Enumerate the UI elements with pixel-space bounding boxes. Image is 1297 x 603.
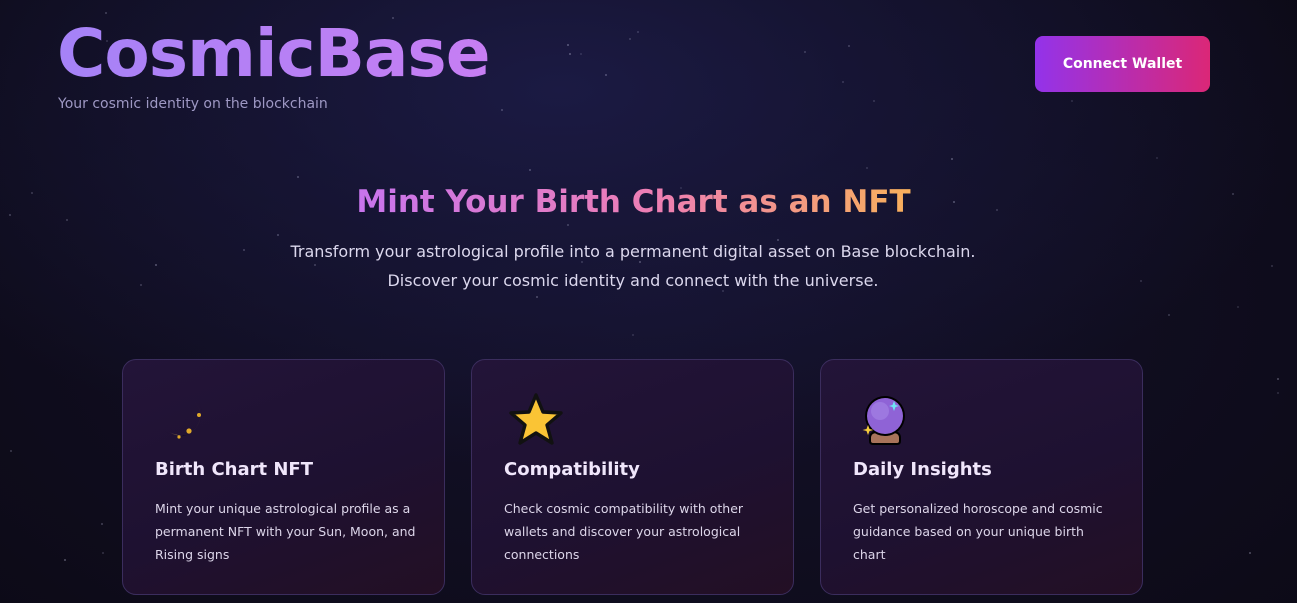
star-dot: [1277, 392, 1279, 394]
star-dot: [1249, 552, 1251, 554]
logo: CosmicBase: [57, 15, 490, 92]
tagline: Your cosmic identity on the blockchain: [58, 96, 328, 112]
star-dot: [951, 158, 953, 160]
star-dot: [873, 100, 875, 102]
crystal-ball-icon: [862, 396, 905, 445]
star-dot: [140, 284, 142, 286]
star-dot: [102, 552, 104, 554]
hero-subtitle: Transform your astrological profile into…: [290, 242, 976, 290]
star-dot: [629, 38, 631, 40]
star-dot: [1140, 280, 1142, 282]
star-dot: [501, 109, 503, 111]
feature-description: Mint your unique astrological profile as…: [155, 501, 416, 562]
star-dot: [580, 53, 582, 55]
star-dot: [529, 169, 531, 171]
star-dot: [1168, 314, 1170, 316]
star-dot: [848, 45, 850, 47]
star-dot: [637, 31, 639, 33]
star-dot: [536, 296, 538, 298]
crescent-moon-icon: [164, 398, 202, 439]
star-dot: [155, 264, 157, 266]
star-icon: [509, 393, 563, 445]
star-dot: [101, 523, 103, 525]
connect-wallet-button[interactable]: Connect Wallet: [1035, 36, 1210, 92]
feature-title: Daily Insights: [853, 459, 992, 480]
hero-title-text: Mint Your Birth Chart as an NFT: [356, 184, 911, 220]
feature-title: Birth Chart NFT: [155, 459, 314, 480]
hero-title: Mint Your Birth Chart as an NFT: [0, 180, 1267, 224]
star-dot: [804, 51, 806, 53]
star-dot: [632, 334, 634, 336]
star-dot: [277, 234, 279, 236]
star-dot: [243, 249, 245, 251]
star-dot: [866, 167, 868, 169]
feature-description: Get personalized horoscope and cosmic gu…: [853, 501, 1103, 562]
star-dot: [64, 559, 66, 561]
star-dot: [1237, 306, 1239, 308]
star-dot: [1271, 265, 1273, 267]
feature-card-birth-chart: Birth Chart NFT Mint your unique astrolo…: [122, 359, 445, 595]
star-dot: [567, 44, 569, 46]
feature-card-compatibility: Compatibility Check cosmic compatibility…: [471, 359, 794, 595]
star-dot: [297, 176, 299, 178]
feature-description: Check cosmic compatibility with other wa…: [504, 501, 744, 562]
star-dot: [1156, 157, 1158, 159]
feature-title: Compatibility: [504, 459, 640, 480]
star-dot: [1071, 100, 1073, 102]
star-dot: [605, 74, 607, 76]
star-dot: [1277, 378, 1279, 380]
star-dot: [567, 224, 569, 226]
feature-card-daily-insights: Daily Insights Get personalized horoscop…: [820, 359, 1143, 595]
star-dot: [10, 450, 12, 452]
star-dot: [569, 53, 571, 55]
star-dot: [842, 81, 844, 83]
